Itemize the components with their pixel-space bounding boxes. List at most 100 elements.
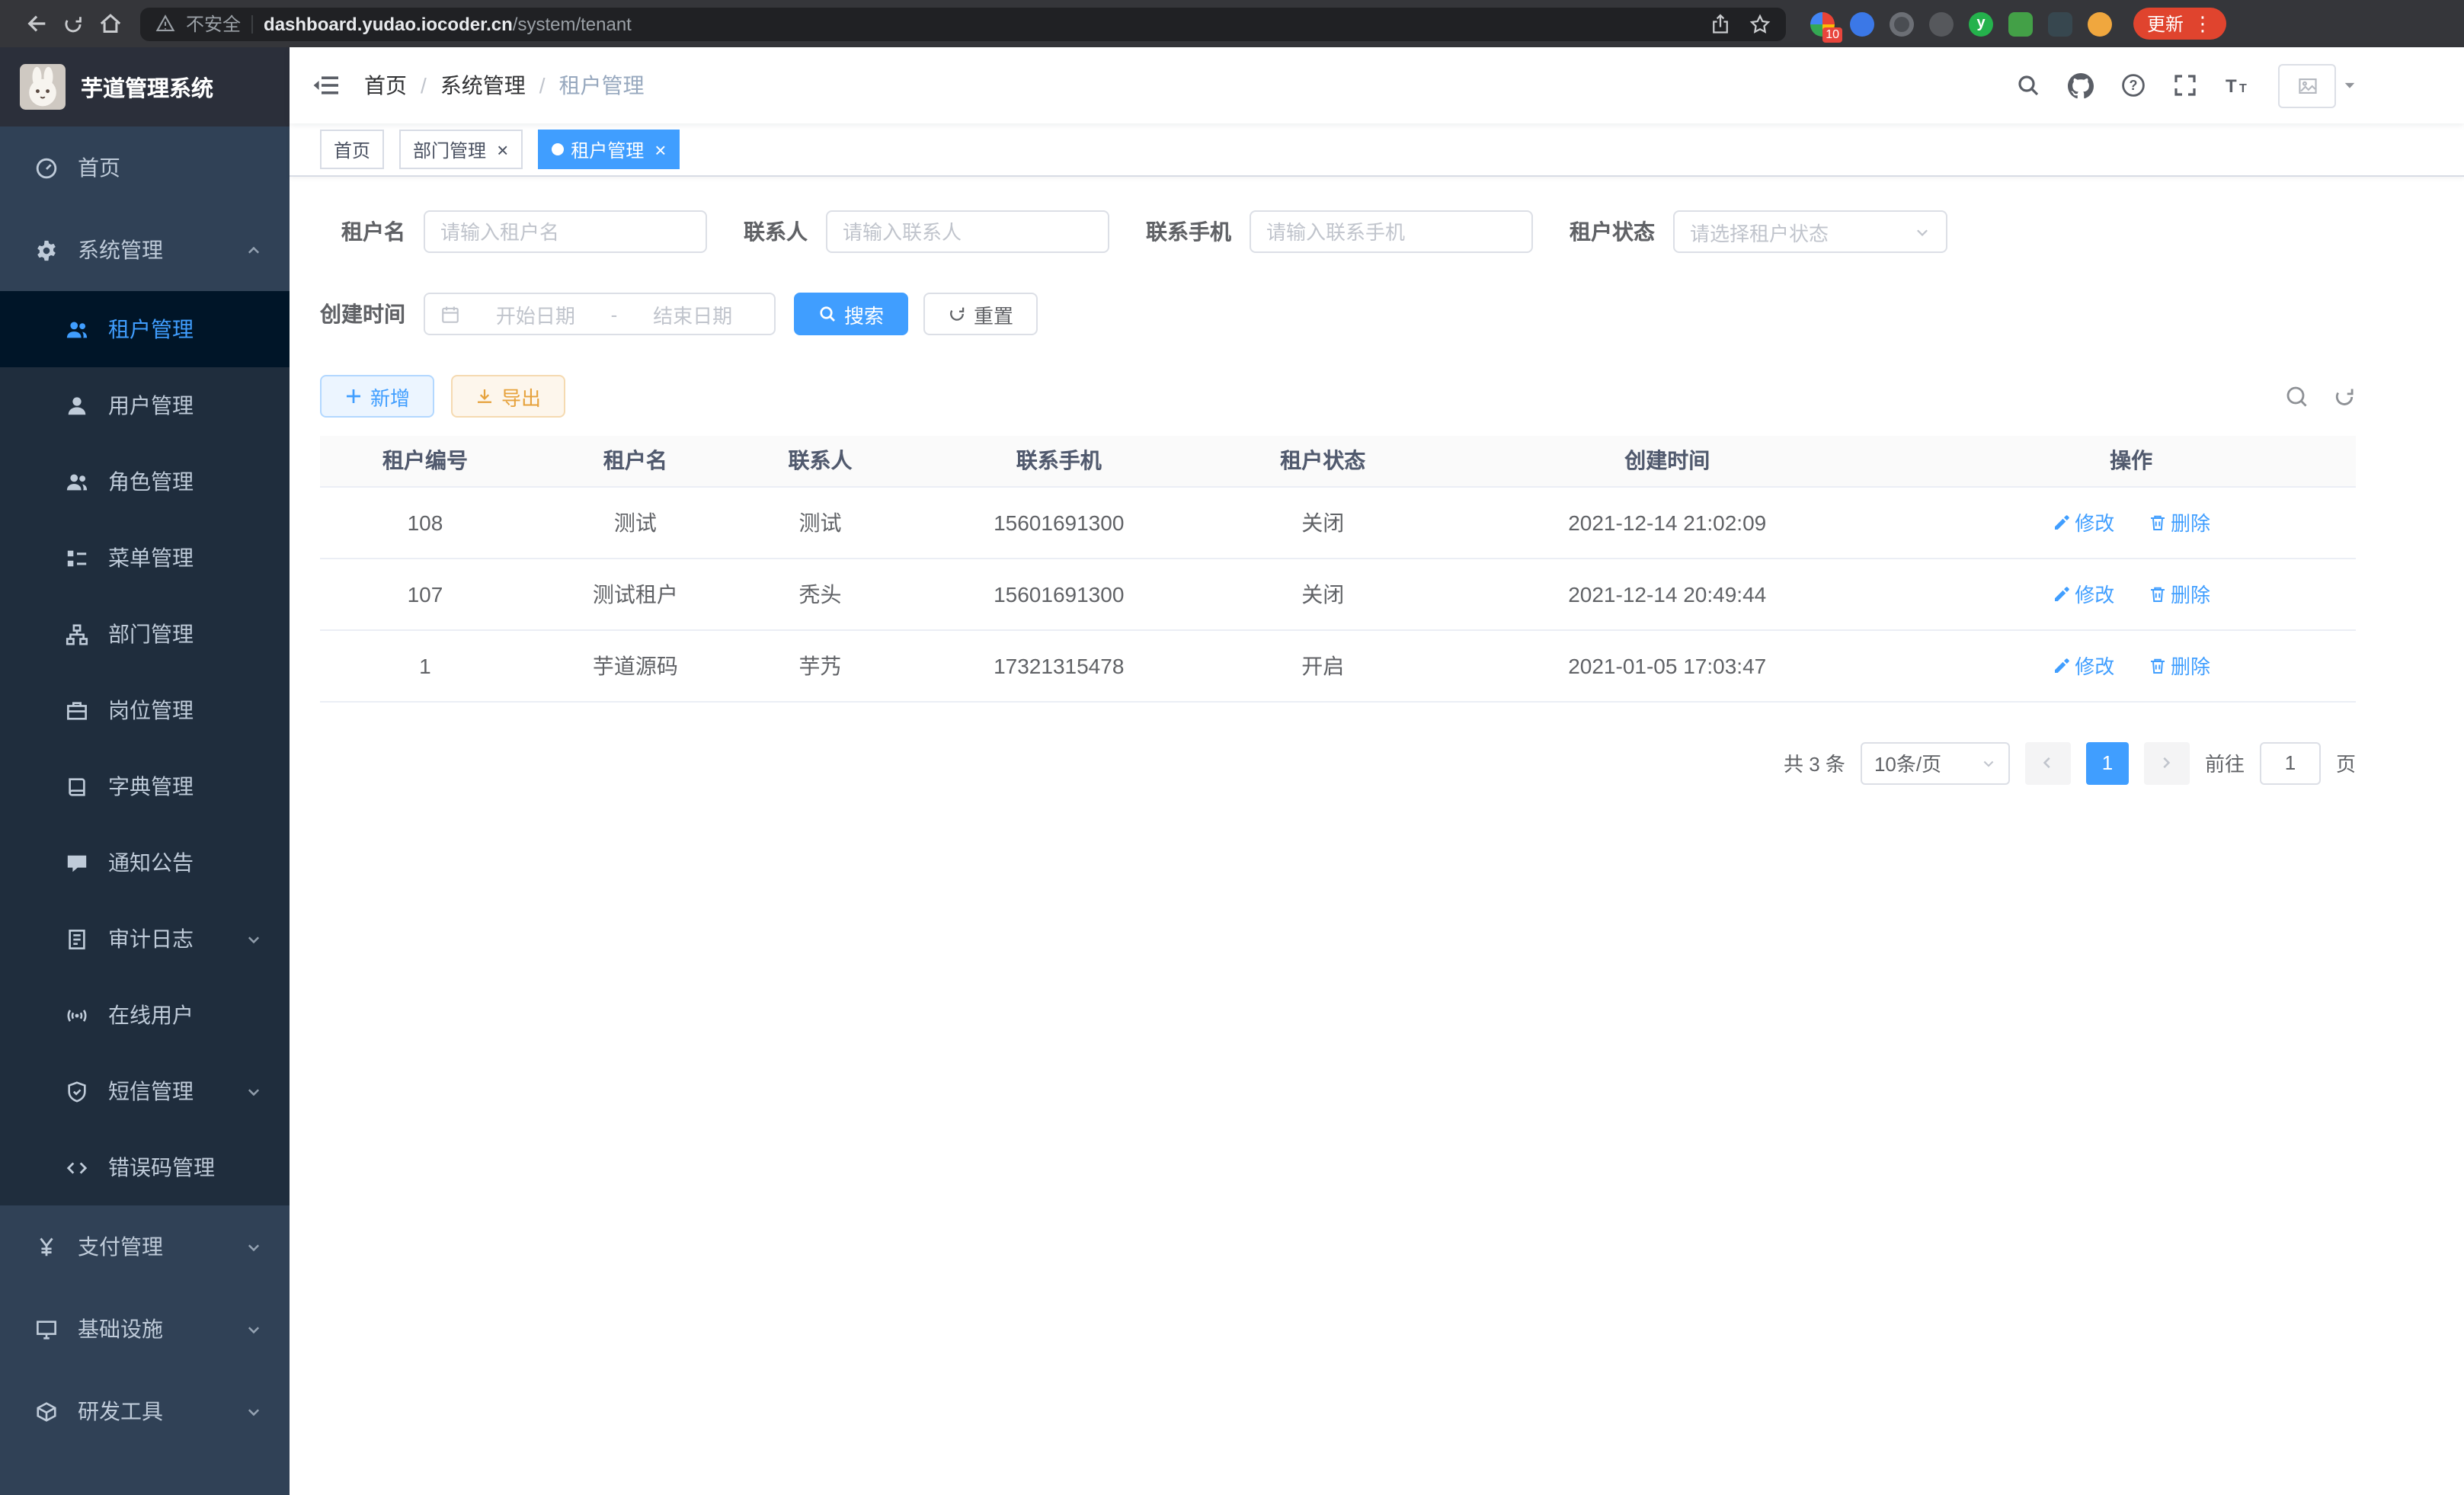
start-date-placeholder[interactable]: 开始日期	[469, 299, 602, 328]
sidebar-item-infrastructure[interactable]: 基础设施	[0, 1288, 290, 1370]
hamburger-icon	[312, 73, 340, 98]
sidebar-item-dict-management[interactable]: 字典管理	[0, 748, 290, 824]
briefcase-icon	[64, 699, 88, 722]
sidebar-item-role-management[interactable]: 角色管理	[0, 443, 290, 520]
address-bar[interactable]: 不安全 dashboard.yudao.iocoder.cn/system/te…	[140, 7, 1786, 40]
next-page-button[interactable]	[2144, 741, 2190, 784]
sidebar-item-user-management[interactable]: 用户管理	[0, 367, 290, 443]
broken-image-icon	[2297, 75, 2317, 95]
breadcrumb-item-system[interactable]: 系统管理	[440, 70, 526, 101]
calendar-icon	[440, 304, 460, 324]
extension-icon-2[interactable]	[1850, 11, 1874, 36]
sidebar-item-system-management[interactable]: 系统管理	[0, 209, 290, 291]
extension-icon-7[interactable]	[2048, 11, 2072, 36]
cell-actions: 修改 删除	[1906, 629, 2356, 701]
sidebar-item-dept-management[interactable]: 部门管理	[0, 596, 290, 672]
app-shell: 芋道管理系统 首页 系统管理 租户管理 用户管理 角色管理	[0, 47, 2464, 1495]
column-header: 操作	[1906, 436, 2356, 486]
avatar[interactable]	[2278, 63, 2336, 107]
sidebar-logo[interactable]: 芋道管理系统	[0, 47, 290, 126]
extension-icon-6[interactable]	[2008, 11, 2033, 36]
bookmark-star-icon[interactable]	[1749, 13, 1771, 34]
edit-link[interactable]: 修改	[2052, 579, 2114, 608]
browser-menu-kebab-icon[interactable]: ⋮	[2193, 11, 2213, 36]
delete-link[interactable]: 删除	[2148, 579, 2210, 608]
omnibox-actions	[1710, 13, 1771, 34]
breadcrumb-item-home[interactable]: 首页	[364, 70, 407, 101]
edit-link[interactable]: 修改	[2052, 507, 2114, 536]
delete-link[interactable]: 删除	[2148, 651, 2210, 680]
sidebar-item-home[interactable]: 首页	[0, 126, 290, 209]
fullscreen-button[interactable]	[2173, 73, 2197, 98]
contact-mobile-input[interactable]	[1250, 210, 1533, 253]
sidebar-item-tenant-management[interactable]: 租户管理	[0, 291, 290, 367]
add-button[interactable]: 新增	[320, 375, 434, 418]
extension-icon-4[interactable]	[1929, 11, 1954, 36]
delete-link[interactable]: 删除	[2148, 507, 2210, 536]
create-time-range-picker[interactable]: 开始日期 - 结束日期	[424, 293, 776, 335]
sidebar-item-sms-management[interactable]: 短信管理	[0, 1053, 290, 1129]
home-icon	[98, 12, 121, 35]
prev-page-button[interactable]	[2025, 741, 2071, 784]
column-header: 联系手机	[900, 436, 1218, 486]
sidebar-item-notice[interactable]: 通知公告	[0, 824, 290, 901]
cell-created: 2021-12-14 21:02:09	[1428, 486, 1906, 558]
extension-icon-5[interactable]: y	[1969, 11, 1993, 36]
back-button[interactable]	[18, 5, 55, 42]
add-button-label: 新增	[370, 382, 410, 411]
tenant-name-label: 租户名	[320, 216, 405, 247]
extension-icon-1[interactable]: 10	[1810, 11, 1835, 36]
sidebar-item-audit-log[interactable]: 审计日志	[0, 901, 290, 977]
sidebar-item-payment-management[interactable]: 支付管理	[0, 1205, 290, 1288]
tag-dept-management[interactable]: 部门管理 ×	[399, 130, 522, 169]
end-date-placeholder[interactable]: 结束日期	[626, 299, 759, 328]
back-icon	[25, 12, 48, 35]
share-icon[interactable]	[1710, 13, 1731, 34]
url-text: dashboard.yudao.iocoder.cn/system/tenant	[264, 13, 632, 34]
help-button[interactable]: ?	[2121, 73, 2146, 98]
sidebar-item-menu-management[interactable]: 菜单管理	[0, 520, 290, 596]
sidebar-item-online-users[interactable]: 在线用户	[0, 977, 290, 1053]
extension-icon-3[interactable]	[1890, 11, 1914, 36]
active-dot	[551, 143, 563, 155]
tenant-status-select[interactable]: 请选择租户状态	[1673, 210, 1947, 253]
close-icon[interactable]: ×	[654, 139, 666, 159]
profile-avatar-icon[interactable]	[2088, 11, 2112, 36]
sidebar-item-dev-tools[interactable]: 研发工具	[0, 1370, 290, 1452]
breadcrumb-item-current: 租户管理	[559, 70, 645, 101]
tag-label: 租户管理	[571, 136, 644, 162]
home-button[interactable]	[91, 5, 128, 42]
refresh-table-button[interactable]	[2333, 385, 2356, 408]
column-header: 创建时间	[1428, 436, 1906, 486]
tag-home[interactable]: 首页	[320, 130, 384, 169]
export-button[interactable]: 导出	[451, 375, 565, 418]
tag-tenant-management[interactable]: 租户管理 ×	[537, 130, 680, 169]
contact-name-input[interactable]	[826, 210, 1109, 253]
filter-tenant-status: 租户状态 请选择租户状态	[1570, 210, 1947, 253]
font-size-button[interactable]: TT	[2225, 73, 2251, 98]
column-header: 租户状态	[1218, 436, 1428, 486]
tenant-name-input[interactable]	[424, 210, 707, 253]
sidebar-toggle-button[interactable]	[312, 73, 340, 98]
close-icon[interactable]: ×	[497, 139, 508, 159]
log-icon	[64, 927, 88, 950]
search-button[interactable]: 搜索	[794, 293, 908, 335]
page-size-select[interactable]: 10条/页	[1861, 741, 2010, 784]
github-button[interactable]	[2068, 72, 2094, 98]
user-avatar-menu[interactable]	[2278, 63, 2357, 107]
chevron-down-icon	[1914, 223, 1931, 240]
browser-update-button[interactable]: 更新 ⋮	[2133, 8, 2226, 40]
toggle-search-button[interactable]	[2284, 384, 2309, 408]
edit-link[interactable]: 修改	[2052, 651, 2114, 680]
page-number-current[interactable]: 1	[2086, 741, 2129, 784]
reset-button[interactable]: 重置	[923, 293, 1038, 335]
sidebar-item-error-code-management[interactable]: 错误码管理	[0, 1129, 290, 1205]
cell-phone: 15601691300	[900, 486, 1218, 558]
goto-page-input[interactable]	[2260, 741, 2321, 784]
sidebar-item-label: 用户管理	[108, 390, 194, 421]
breadcrumb: 首页 / 系统管理 / 租户管理	[364, 70, 645, 101]
sidebar-item-post-management[interactable]: 岗位管理	[0, 672, 290, 748]
header-search-button[interactable]	[2016, 73, 2040, 98]
sidebar-item-label: 短信管理	[108, 1076, 194, 1106]
reload-button[interactable]	[55, 5, 91, 42]
